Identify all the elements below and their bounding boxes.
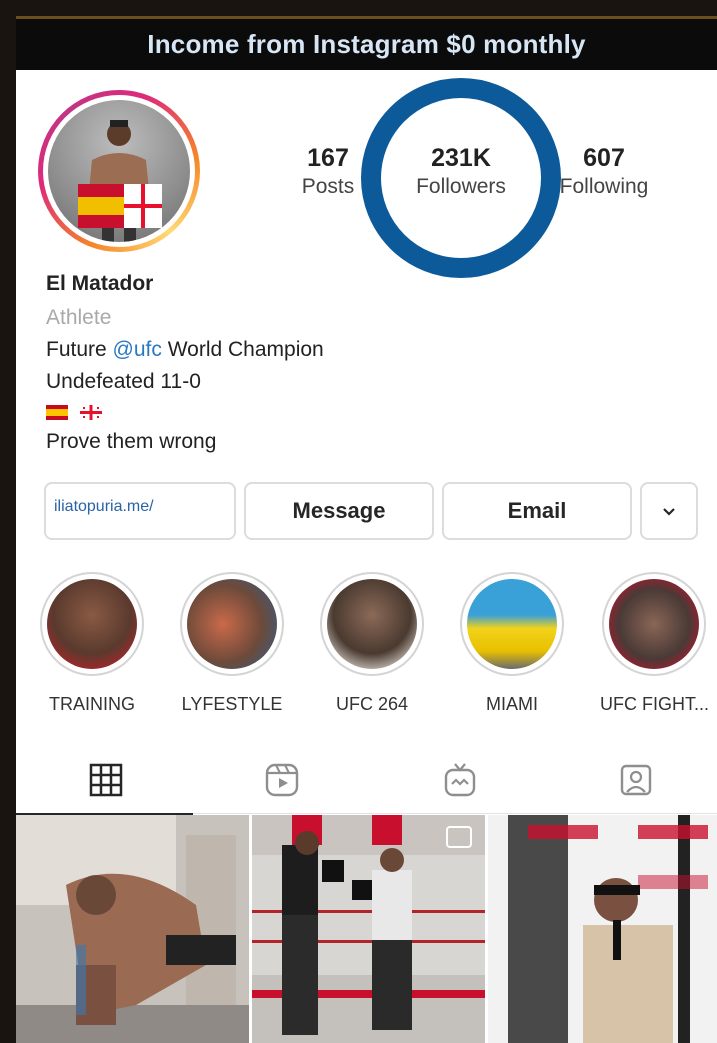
highlight-label: UFC 264 bbox=[335, 694, 409, 714]
highlight-label: TRAINING bbox=[48, 694, 135, 714]
georgia-flag-icon bbox=[79, 404, 102, 420]
instagram-profile-screen: Income from Instagram $0 monthly 167 Pos… bbox=[16, 16, 717, 1043]
profile-name: El Matador bbox=[46, 272, 154, 295]
highlight-label: UFC FIGHT... bbox=[600, 694, 709, 714]
income-banner: Income from Instagram $0 monthly bbox=[16, 16, 717, 70]
banner-text: Income from Instagram $0 monthly bbox=[147, 29, 586, 59]
grid-icon bbox=[89, 763, 123, 797]
followers-stat[interactable]: 231K Followers bbox=[401, 144, 521, 199]
igtv-icon bbox=[444, 763, 476, 797]
profile-avatar[interactable] bbox=[38, 90, 200, 252]
message-button-label: Message bbox=[292, 498, 386, 523]
highlight-ufc-fight[interactable]: UFC FIGHT... bbox=[600, 572, 709, 715]
bio-line-2: Undefeated 11-0 bbox=[46, 370, 201, 393]
avatar-photo bbox=[48, 100, 190, 242]
bio-line-1: Future @ufc World Champion bbox=[46, 338, 324, 362]
igtv-tab[interactable] bbox=[440, 760, 480, 800]
website-link-button[interactable]: iliatopuria.me/ bbox=[44, 482, 236, 540]
posts-grid-tab[interactable] bbox=[86, 760, 126, 800]
highlight-lyfestyle[interactable]: LYFESTYLE bbox=[178, 572, 286, 715]
bio-line-1-suffix: World Champion bbox=[161, 338, 324, 361]
ufc-mention-link[interactable]: @ufc bbox=[113, 338, 162, 361]
highlight-training[interactable]: TRAINING bbox=[38, 572, 146, 715]
bio-line-4: Prove them wrong bbox=[46, 430, 217, 453]
reels-tab[interactable] bbox=[262, 760, 302, 800]
tagged-icon bbox=[620, 764, 652, 796]
spain-flag-icon bbox=[46, 404, 68, 420]
highlight-miami[interactable]: MIAMI bbox=[458, 572, 566, 715]
highlight-label: LYFESTYLE bbox=[181, 694, 283, 714]
highlight-ufc-264[interactable]: UFC 264 bbox=[318, 572, 426, 715]
bio-flags bbox=[46, 400, 108, 424]
more-options-button[interactable] bbox=[640, 482, 698, 540]
profile-category: Athlete bbox=[46, 306, 112, 329]
bio-line-1-prefix: Future bbox=[46, 338, 113, 361]
email-button[interactable]: Email bbox=[442, 482, 632, 540]
email-button-label: Email bbox=[507, 498, 567, 523]
followers-label: Followers bbox=[416, 175, 506, 198]
post-thumbnail[interactable] bbox=[252, 815, 485, 1043]
post-thumbnail[interactable] bbox=[488, 815, 717, 1043]
website-link-text: iliatopuria.me/ bbox=[54, 498, 154, 515]
followers-count: 231K bbox=[431, 144, 491, 172]
highlight-label: MIAMI bbox=[486, 694, 538, 714]
message-button[interactable]: Message bbox=[244, 482, 434, 540]
post-thumbnail[interactable] bbox=[16, 815, 249, 1043]
reels-icon bbox=[265, 763, 299, 797]
tagged-tab[interactable] bbox=[616, 760, 656, 800]
chevron-down-icon bbox=[663, 508, 675, 516]
